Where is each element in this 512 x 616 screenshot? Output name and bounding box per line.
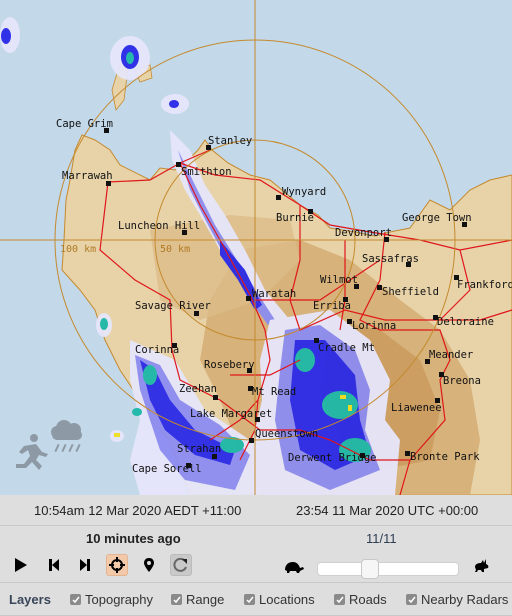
play-icon: [15, 558, 27, 572]
town-label: Meander: [429, 349, 474, 361]
speed-slider[interactable]: [317, 559, 459, 579]
range-label-100km: 100 km: [60, 244, 97, 255]
play-button[interactable]: [10, 554, 32, 576]
layer-toggle-roads[interactable]: Roads: [334, 592, 387, 607]
layer-toggle-nearby-radars[interactable]: Nearby Radars: [406, 592, 508, 607]
town-label: Lake Margaret: [190, 408, 273, 420]
checkbox-checked-icon[interactable]: [171, 594, 182, 605]
next-frame-button[interactable]: [74, 554, 96, 576]
town-label: Cradle Mt: [318, 342, 375, 354]
layer-label: Roads: [349, 592, 387, 607]
control-panel: 10:54am 12 Mar 2020 AEDT +11:00 23:54 11…: [0, 495, 512, 616]
refresh-button[interactable]: [170, 554, 192, 576]
town-label: Erriba: [313, 300, 351, 312]
town-label: Frankford: [457, 279, 512, 291]
radar-echo: [132, 408, 142, 416]
layer-label: Range: [186, 592, 225, 607]
turtle-icon: [285, 562, 304, 573]
town-marker: [249, 438, 254, 443]
radar-echo: [143, 365, 157, 385]
my-location-button[interactable]: [138, 554, 160, 576]
town-label: Wilmot: [320, 274, 358, 286]
refresh-icon: [173, 557, 187, 572]
layer-label: Nearby Radars: [421, 592, 509, 607]
layer-toggle-range[interactable]: Range: [171, 592, 224, 607]
playback-controls: [0, 548, 512, 583]
radar-echo: [100, 318, 108, 330]
radar-echo: [126, 52, 134, 64]
crosshair-icon: [109, 557, 125, 573]
status-row: 10 minutes ago 11/11: [0, 526, 512, 548]
town-label: Waratah: [252, 288, 297, 300]
local-time: 10:54am 12 Mar 2020 AEDT +11:00: [34, 503, 242, 518]
town-marker: [246, 296, 251, 301]
town-label: Bronte Park: [410, 451, 480, 463]
town-label: Zeehan: [179, 383, 217, 395]
town-label: Wynyard: [282, 186, 327, 198]
checkbox-checked-icon[interactable]: [406, 594, 417, 605]
town-label: Rosebery: [204, 359, 255, 371]
radar-map[interactable]: 100 km 50 km Cape Grim Stanley Smithton …: [0, 0, 512, 495]
layers-title: Layers: [9, 592, 51, 607]
town-label: Stanley: [208, 135, 253, 147]
center-on-radar-button[interactable]: [106, 554, 128, 576]
image-age: 10 minutes ago: [86, 531, 181, 546]
town-label: Smithton: [181, 166, 232, 178]
town-label: Sassafras: [362, 253, 419, 265]
layer-toggle-topography[interactable]: Topography: [70, 592, 153, 607]
frame-counter: 11/11: [366, 531, 397, 546]
town-label: Strahan: [177, 443, 222, 455]
layer-label: Locations: [259, 592, 315, 607]
utc-time: 23:54 11 Mar 2020 UTC +00:00: [296, 503, 479, 518]
radar-echo: [340, 395, 346, 399]
rabbit-icon: [475, 559, 489, 572]
radar-echo: [169, 100, 179, 108]
radar-echo: [295, 348, 315, 372]
town-label: Mt Read: [252, 386, 297, 398]
town-label: Corinna: [135, 344, 180, 356]
layer-toggle-locations[interactable]: Locations: [244, 592, 315, 607]
radar-echo: [348, 405, 352, 411]
town-label: Savage River: [135, 300, 211, 312]
town-label: Cape Grim: [56, 118, 113, 130]
step-back-icon: [49, 559, 59, 571]
radar-echo: [1, 28, 11, 44]
previous-frame-button[interactable]: [43, 554, 65, 576]
layer-label: Topography: [85, 592, 153, 607]
radar-echo: [114, 433, 120, 437]
speed-slider-thumb[interactable]: [361, 559, 379, 579]
running-in-rain-icon: [16, 420, 82, 470]
town-label: Lorinna: [352, 320, 397, 332]
town-label: George Town: [402, 212, 472, 224]
step-forward-icon: [80, 559, 90, 571]
range-label-50km: 50 km: [160, 244, 191, 255]
town-label: Cape Sorell: [132, 463, 202, 475]
layers-bar: Layers Topography Range Locations Roads …: [0, 583, 512, 616]
town-label: Queenstown: [255, 428, 319, 440]
town-label: Burnie: [276, 212, 314, 224]
town-label: Breona: [443, 375, 481, 387]
town-label: Luncheon Hill: [118, 220, 201, 232]
town-label: Deloraine: [437, 316, 494, 328]
town-marker: [276, 195, 281, 200]
checkbox-checked-icon[interactable]: [70, 594, 81, 605]
town-label: Sheffield: [382, 286, 439, 298]
town-label: Devonport: [335, 227, 392, 239]
checkbox-checked-icon[interactable]: [334, 594, 345, 605]
time-row: 10:54am 12 Mar 2020 AEDT +11:00 23:54 11…: [0, 495, 512, 526]
town-marker: [213, 395, 218, 400]
town-label: Derwent Bridge: [288, 452, 377, 464]
town-label: Liawenee: [391, 402, 442, 414]
map-pin-icon: [144, 558, 154, 572]
checkbox-checked-icon[interactable]: [244, 594, 255, 605]
town-label: Marrawah: [62, 170, 113, 182]
